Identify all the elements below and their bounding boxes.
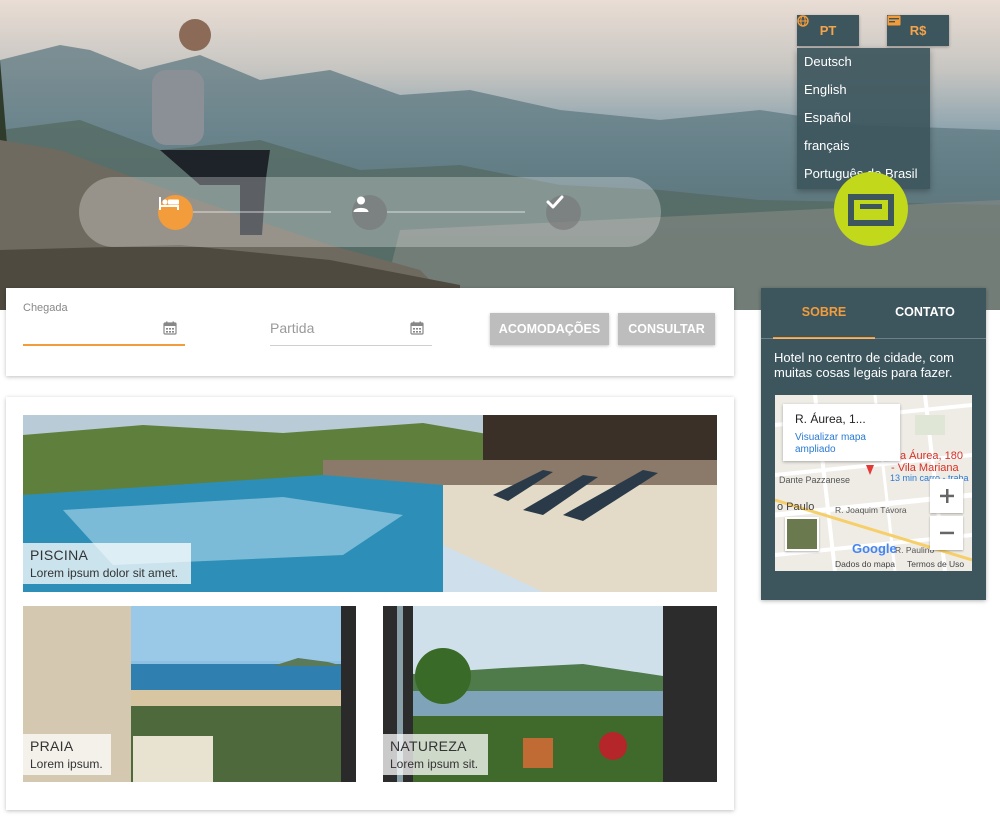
currency-button-label: R$ (909, 23, 927, 38)
map-label-address: a Áurea, 180 (900, 450, 963, 462)
step-confirmation[interactable] (546, 195, 581, 230)
gallery-tile-nature[interactable]: NATUREZA Lorem ipsum sit. (383, 606, 717, 782)
map-popup-address: R. Áurea, 1... (795, 412, 866, 426)
checkout-field[interactable]: Partida (270, 302, 432, 346)
beach-title: PRAIA (30, 738, 74, 754)
location-map[interactable]: R. Áurea, 1... Visualizar mapa ampliado … (775, 395, 972, 571)
pool-title: PISCINA (30, 547, 89, 563)
currency-button[interactable]: R$ (887, 15, 949, 46)
hotel-logo-icon (848, 194, 894, 226)
person-icon (353, 196, 369, 212)
step-guest-details[interactable] (352, 195, 387, 230)
language-option-english[interactable]: English (797, 76, 930, 104)
accommodations-button[interactable]: ACOMODAÇÕES (490, 313, 609, 345)
pool-subtitle: Lorem ipsum dolor sit amet. (30, 566, 179, 580)
bed-icon (159, 197, 179, 210)
checkout-placeholder: Partida (270, 320, 315, 336)
checkin-field[interactable]: Chegada (23, 302, 185, 346)
calendar-icon[interactable] (410, 321, 424, 335)
hero-banner: PT R$ Deutsch English Español français P… (0, 0, 1000, 310)
google-logo: Google (852, 541, 897, 556)
beach-caption: PRAIA Lorem ipsum. (23, 734, 111, 775)
step-accommodation[interactable] (158, 195, 193, 230)
language-button-label: PT (819, 23, 837, 38)
checkin-underline (23, 344, 185, 346)
booking-stepper (79, 177, 661, 247)
zoom-out-button[interactable] (930, 516, 963, 550)
gallery-card: PISCINA Lorem ipsum dolor sit amet. PRAI… (6, 397, 734, 810)
calendar-icon[interactable] (163, 321, 177, 335)
gallery-tile-beach[interactable]: PRAIA Lorem ipsum. (23, 606, 356, 782)
language-option-espanol[interactable]: Español (797, 104, 930, 132)
nature-title: NATUREZA (390, 738, 467, 754)
plus-icon (939, 489, 954, 503)
consult-button[interactable]: CONSULTAR (618, 313, 715, 345)
gallery-tile-pool[interactable]: PISCINA Lorem ipsum dolor sit amet. (23, 415, 717, 592)
map-city-label: o Paulo (777, 501, 815, 513)
checkout-underline (270, 345, 432, 346)
beach-subtitle: Lorem ipsum. (30, 757, 103, 771)
tab-about[interactable]: SOBRE (773, 288, 875, 337)
map-popup: R. Áurea, 1... Visualizar mapa ampliado (783, 404, 900, 461)
nature-caption: NATUREZA Lorem ipsum sit. (383, 734, 488, 775)
satellite-toggle[interactable] (785, 517, 819, 551)
map-terms-link[interactable]: Termos de Uso (907, 559, 964, 569)
tab-contact[interactable]: CONTATO (875, 288, 975, 337)
check-icon (546, 195, 564, 209)
minus-icon (939, 531, 954, 535)
map-street-label: Dante Pazzanese (779, 475, 851, 485)
nature-subtitle: Lorem ipsum sit. (390, 757, 479, 771)
map-data-label[interactable]: Dados do mapa (835, 559, 895, 569)
language-option-deutsch[interactable]: Deutsch (797, 48, 930, 76)
map-street-label: R. Paulino (895, 545, 935, 555)
checkin-label: Chegada (23, 302, 68, 314)
language-button[interactable]: PT (797, 15, 859, 46)
hotel-description: Hotel no centro de cidade, com muitas co… (774, 350, 954, 380)
hotel-logo (834, 172, 908, 246)
tab-divider (761, 338, 986, 339)
money-icon (887, 15, 901, 26)
info-panel: SOBRE CONTATO Hotel no centro de cidade,… (761, 288, 986, 600)
map-expand-link[interactable]: Visualizar mapa ampliado (795, 432, 895, 456)
search-card: Chegada Partida ACOMODAÇÕES CONSULTAR (6, 288, 734, 376)
pool-caption: PISCINA Lorem ipsum dolor sit amet. (23, 543, 191, 584)
stepper-line (387, 211, 525, 213)
stepper-line (193, 211, 331, 213)
language-menu: Deutsch English Español français Portugu… (797, 48, 930, 189)
zoom-in-button[interactable] (930, 479, 963, 513)
language-option-francais[interactable]: français (797, 132, 930, 160)
map-street-label: R. Joaquim Távora (835, 505, 907, 515)
globe-icon (797, 15, 809, 27)
